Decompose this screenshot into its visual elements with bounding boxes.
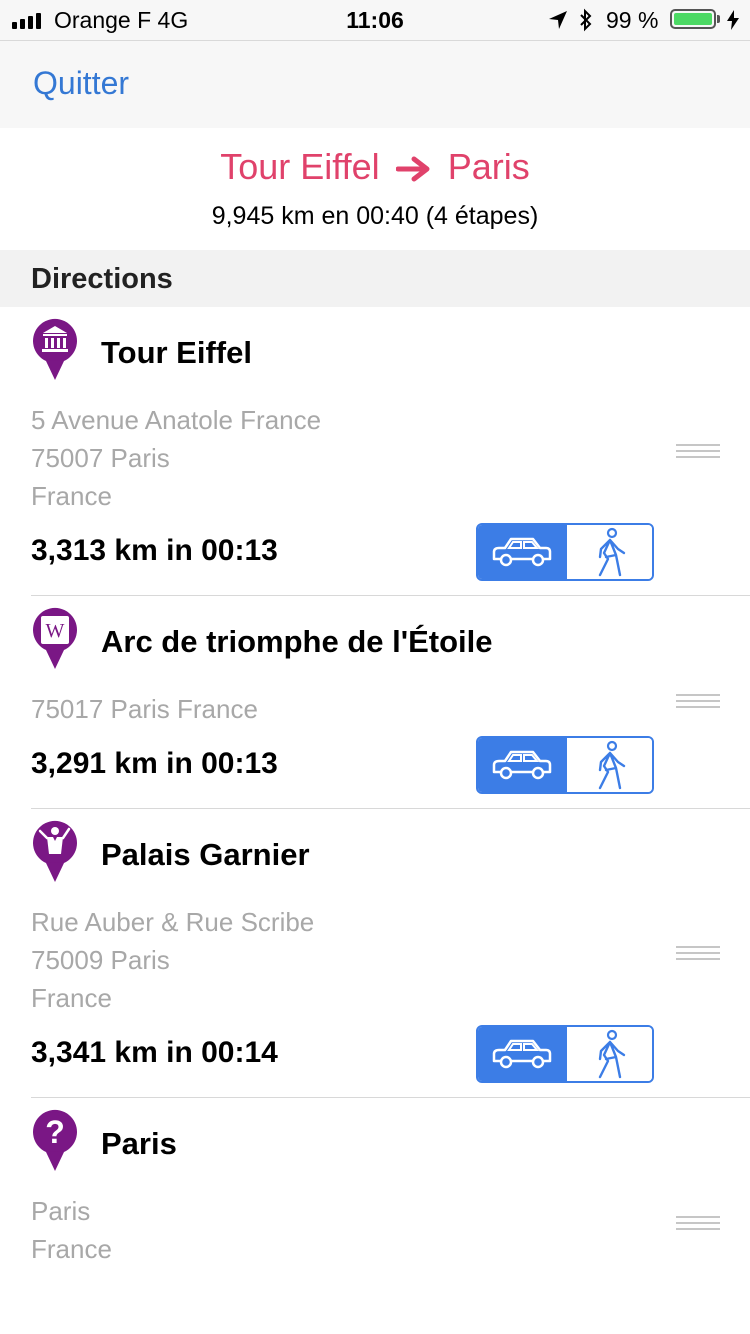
battery-cap (717, 15, 720, 23)
walk-mode-button[interactable] (565, 1027, 652, 1081)
section-title: Directions (31, 263, 173, 295)
car-icon (492, 537, 551, 567)
route-title: Tour Eiffel Paris (0, 146, 750, 188)
charging-bolt-icon (727, 10, 739, 30)
car-icon (492, 1039, 551, 1069)
walk-mode-button[interactable] (565, 525, 652, 579)
battery-level (674, 13, 712, 25)
section-header: Directions (0, 250, 750, 307)
reorder-handle-icon[interactable] (676, 444, 720, 460)
svg-text:?: ? (45, 1114, 65, 1150)
car-mode-button[interactable] (478, 525, 565, 579)
step-item[interactable]: W Arc de triomphe de l'Étoile 75017 Pari… (0, 596, 750, 809)
quit-button[interactable]: Quitter (33, 65, 129, 102)
step-title: Palais Garnier (101, 837, 310, 872)
conductor-icon (33, 820, 77, 882)
walking-icon (598, 740, 625, 790)
step-distance: 3,291 km in 00:13 (31, 747, 278, 780)
address-line: 75009 Paris (31, 945, 170, 975)
reorder-handle-icon[interactable] (676, 946, 720, 962)
battery-icon (670, 9, 716, 29)
step-title: Tour Eiffel (101, 335, 252, 370)
step-item[interactable]: ? Paris Paris France (0, 1098, 750, 1298)
svg-text:W: W (46, 620, 65, 642)
walking-icon (598, 527, 625, 577)
address-line: France (31, 1234, 112, 1264)
arrow-right-icon (395, 156, 430, 182)
address-line: 75017 Paris France (31, 694, 258, 724)
step-title: Arc de triomphe de l'Étoile (101, 624, 493, 659)
step-item[interactable]: Tour Eiffel 5 Avenue Anatole France 7500… (0, 307, 750, 596)
battery-percentage: 99 % (606, 7, 659, 33)
route-origin: Tour Eiffel (220, 146, 380, 187)
reorder-handle-icon[interactable] (676, 694, 720, 710)
address-line: France (31, 983, 112, 1013)
route-summary: 9,945 km en 00:40 (4 étapes) (211, 202, 539, 230)
step-distance: 3,313 km in 00:13 (31, 534, 278, 567)
car-mode-button[interactable] (478, 1027, 565, 1081)
car-mode-button[interactable] (478, 738, 565, 792)
step-title: Paris (101, 1126, 177, 1161)
address-line: Rue Auber & Rue Scribe (31, 907, 315, 937)
reorder-handle-icon[interactable] (676, 1216, 720, 1232)
route-destination: Paris (447, 146, 530, 187)
address-line: Paris (31, 1196, 91, 1226)
transport-mode-selector (476, 736, 654, 794)
step-distance: 3,341 km in 00:14 (31, 1036, 278, 1069)
status-bar: Orange F 4G 11:06 99 % (0, 0, 750, 40)
question-icon: ? (33, 1109, 77, 1171)
location-arrow-icon (549, 11, 567, 29)
bluetooth-icon (580, 8, 592, 32)
museum-icon (33, 318, 77, 380)
walking-icon (598, 1029, 625, 1079)
transport-mode-selector (476, 1025, 654, 1083)
walk-mode-button[interactable] (565, 738, 652, 792)
navigation-bar: Quitter (0, 40, 750, 128)
transport-mode-selector (476, 523, 654, 581)
wikipedia-icon: W (33, 607, 77, 669)
address-line: 5 Avenue Anatole France (31, 405, 322, 435)
step-item[interactable]: Palais Garnier Rue Auber & Rue Scribe 75… (0, 809, 750, 1098)
address-line: 75007 Paris (31, 443, 170, 473)
address-line: France (31, 481, 112, 511)
car-icon (492, 750, 551, 780)
